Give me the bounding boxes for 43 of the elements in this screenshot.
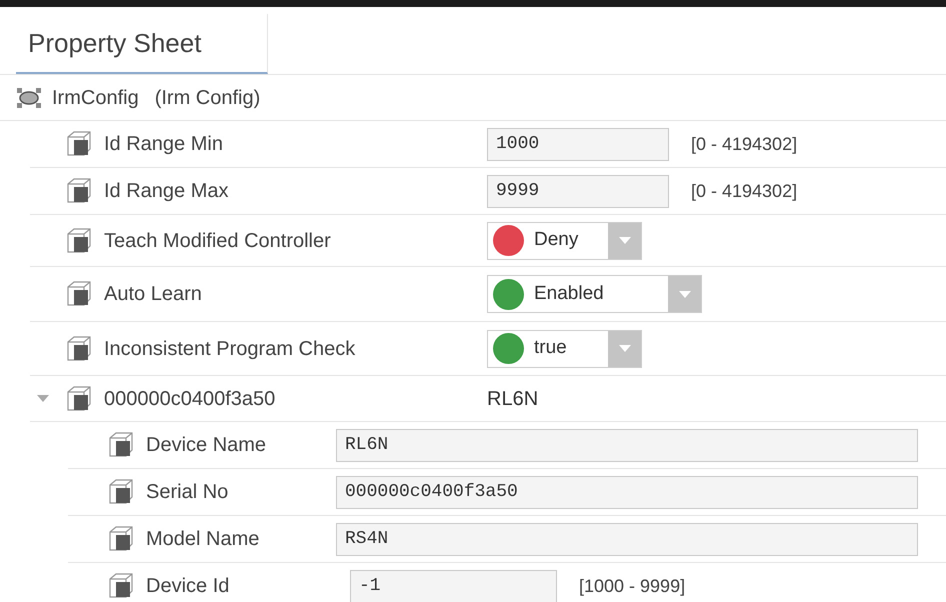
input-field[interactable]: 1000	[487, 128, 669, 160]
range-text: [1000 - 9999]	[579, 574, 686, 598]
cube-icon	[66, 131, 92, 157]
property-label: Inconsistent Program Check	[104, 336, 356, 362]
property-label: Serial No	[146, 480, 228, 505]
component-icon	[16, 86, 42, 108]
property-label: Teach Modified Controller	[104, 228, 331, 254]
input-field[interactable]: 000000c0400f3a50	[336, 476, 918, 508]
dropdown[interactable]: Deny	[487, 222, 642, 260]
cube-icon	[108, 526, 134, 552]
dropdown[interactable]: Enabled	[487, 275, 702, 313]
input-field[interactable]: RS4N	[336, 522, 918, 556]
cube-icon	[108, 479, 134, 505]
device-summary: RL6N	[487, 386, 538, 412]
cube-icon	[66, 281, 92, 307]
cube-icon	[108, 432, 134, 458]
cube-icon	[66, 228, 92, 254]
property-label: Device Name	[146, 433, 266, 458]
component-type: (Irm Config)	[154, 86, 260, 110]
property-label: Model Name	[146, 527, 260, 552]
range-text: [0 - 4194302]	[691, 180, 798, 203]
property-label: Id Range Min	[104, 132, 223, 157]
dropdown-value: Deny	[534, 228, 578, 252]
input-field[interactable]: RL6N	[336, 428, 918, 462]
cube-icon	[108, 573, 134, 599]
dropdown-value: Enabled	[534, 282, 604, 306]
property-sheet-tab[interactable]: Property Sheet	[16, 14, 268, 74]
property-label: Id Range Max	[104, 179, 229, 204]
input-field[interactable]: -1	[350, 570, 557, 602]
property-label: Device Id	[146, 574, 230, 599]
input-field[interactable]: 9999	[487, 174, 669, 208]
cube-icon	[66, 178, 92, 204]
component-name: IrmConfig	[52, 86, 139, 110]
cube-icon	[66, 336, 92, 362]
dropdown-value: true	[534, 336, 567, 360]
caret-icon	[618, 237, 630, 244]
caret-icon	[618, 345, 630, 352]
dropdown[interactable]: true	[487, 330, 642, 368]
device-name: 000000c0400f3a50	[104, 386, 276, 412]
property-label: Auto Learn	[104, 282, 202, 307]
caret-icon	[678, 290, 690, 298]
range-text: [0 - 4194302]	[691, 132, 798, 156]
cube-icon	[66, 386, 92, 412]
